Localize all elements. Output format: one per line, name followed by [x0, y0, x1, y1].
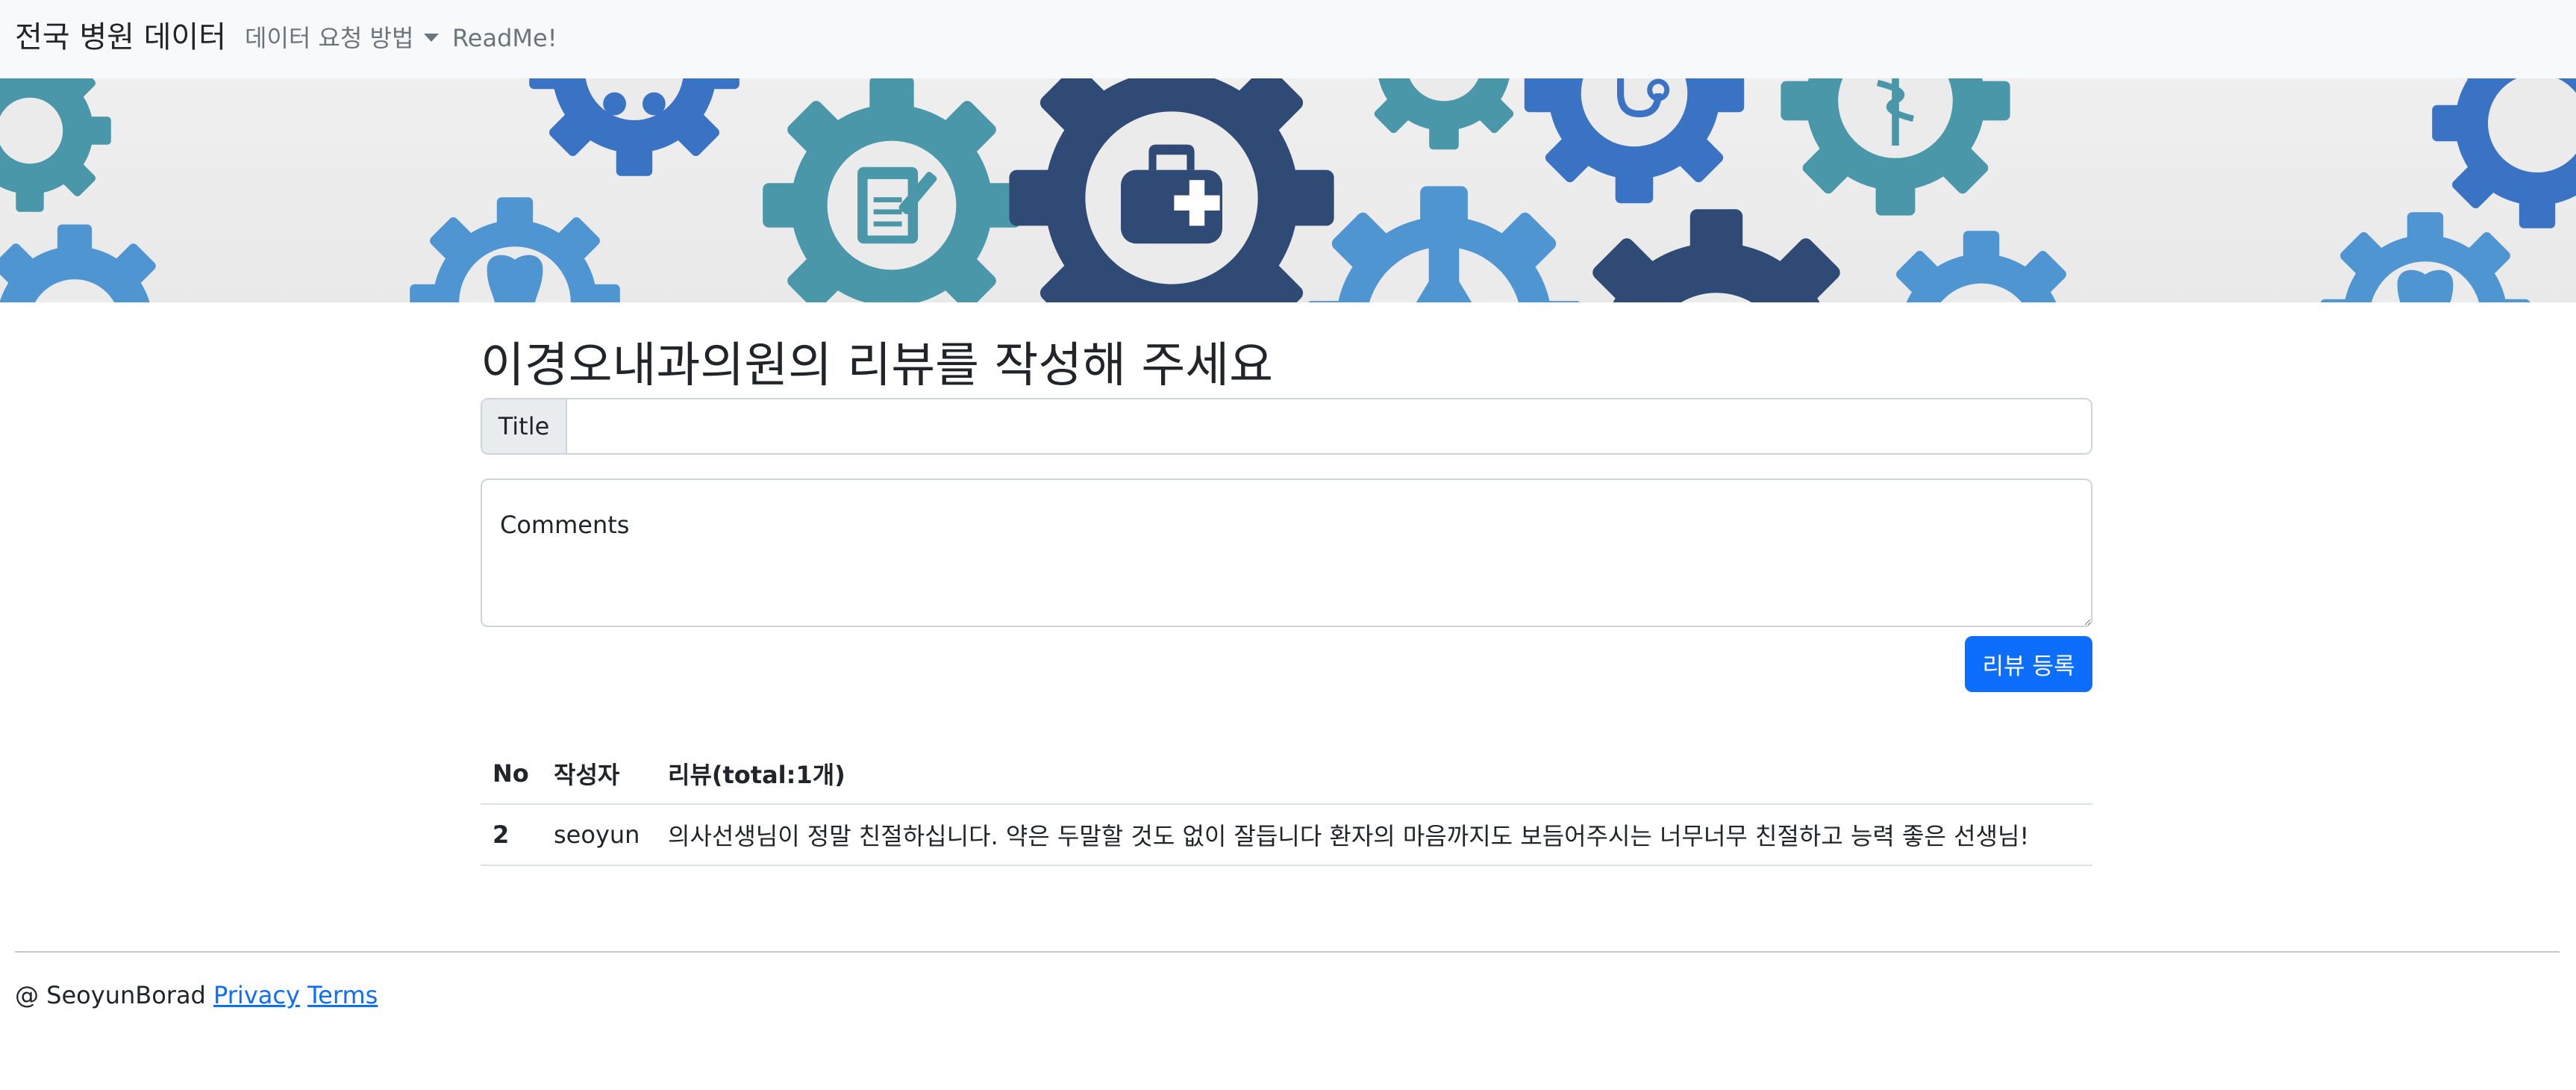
footer-divider: [15, 951, 2560, 953]
navbar-brand[interactable]: 전국 병원 데이터: [15, 16, 226, 58]
title-addon-label: Title: [482, 399, 567, 453]
gear-icon: [1563, 209, 1869, 302]
review-text: 의사선생님이 정말 친절하십니다. 약은 두말할 것도 없이 잘듭니다 환자의 …: [656, 804, 2092, 866]
title-input-group: Title: [481, 398, 2092, 455]
stethoscope-icon: [1524, 78, 1745, 204]
gear-icon: [1357, 78, 1531, 150]
navbar: 전국 병원 데이터 데이터 요청 방법 ReadMe!: [0, 0, 2576, 78]
data-request-dropdown[interactable]: 데이터 요청 방법: [245, 19, 440, 57]
dropdown-label: 데이터 요청 방법: [245, 24, 414, 52]
caret-down-icon: [424, 34, 440, 42]
flask-icon: [1305, 186, 1583, 302]
gear-icon: [2432, 78, 2576, 228]
gears-illustration: [0, 78, 2576, 302]
medical-bag-icon: [1009, 78, 1334, 302]
footer-copyright: @ SeoyunBorad: [15, 981, 206, 1009]
tooth-icon: [410, 197, 620, 302]
terms-link[interactable]: Terms: [307, 981, 378, 1009]
tooth-icon: [2320, 212, 2530, 302]
column-header-review: 리뷰(total:1개): [656, 744, 2092, 805]
table-row: 2 seoyun 의사선생님이 정말 친절하십니다. 약은 두말할 것도 없이 …: [481, 804, 2092, 866]
gear-icon: [0, 78, 111, 212]
gear-icon: [529, 78, 740, 176]
readme-link[interactable]: ReadMe!: [452, 19, 557, 57]
hero-banner: [0, 78, 2576, 302]
document-icon: [763, 78, 1021, 302]
footer: @ SeoyunBorad Privacy Terms: [15, 978, 378, 1012]
review-author: seoyun: [542, 804, 656, 866]
title-input[interactable]: [567, 399, 2091, 453]
reviews-table-wrap: No 작성자 리뷰(total:1개) 2 seoyun 의사선생님이 정말 친…: [481, 744, 2092, 866]
caduceus-icon: [1781, 78, 2010, 216]
table-header-row: No 작성자 리뷰(total:1개): [481, 744, 2092, 805]
review-no: 2: [481, 804, 542, 866]
gear-icon: [1876, 231, 2086, 302]
comments-textarea[interactable]: [481, 479, 2092, 627]
gear-icon: [0, 224, 175, 302]
page-title: 이경오내과의원의 리뷰를 작성해 주세요: [481, 338, 1273, 393]
column-header-author: 작성자: [542, 744, 656, 805]
submit-review-button[interactable]: 리뷰 등록: [1965, 636, 2092, 692]
reviews-table: No 작성자 리뷰(total:1개) 2 seoyun 의사선생님이 정말 친…: [481, 744, 2092, 866]
column-header-no: No: [481, 744, 542, 805]
privacy-link[interactable]: Privacy: [213, 981, 300, 1009]
